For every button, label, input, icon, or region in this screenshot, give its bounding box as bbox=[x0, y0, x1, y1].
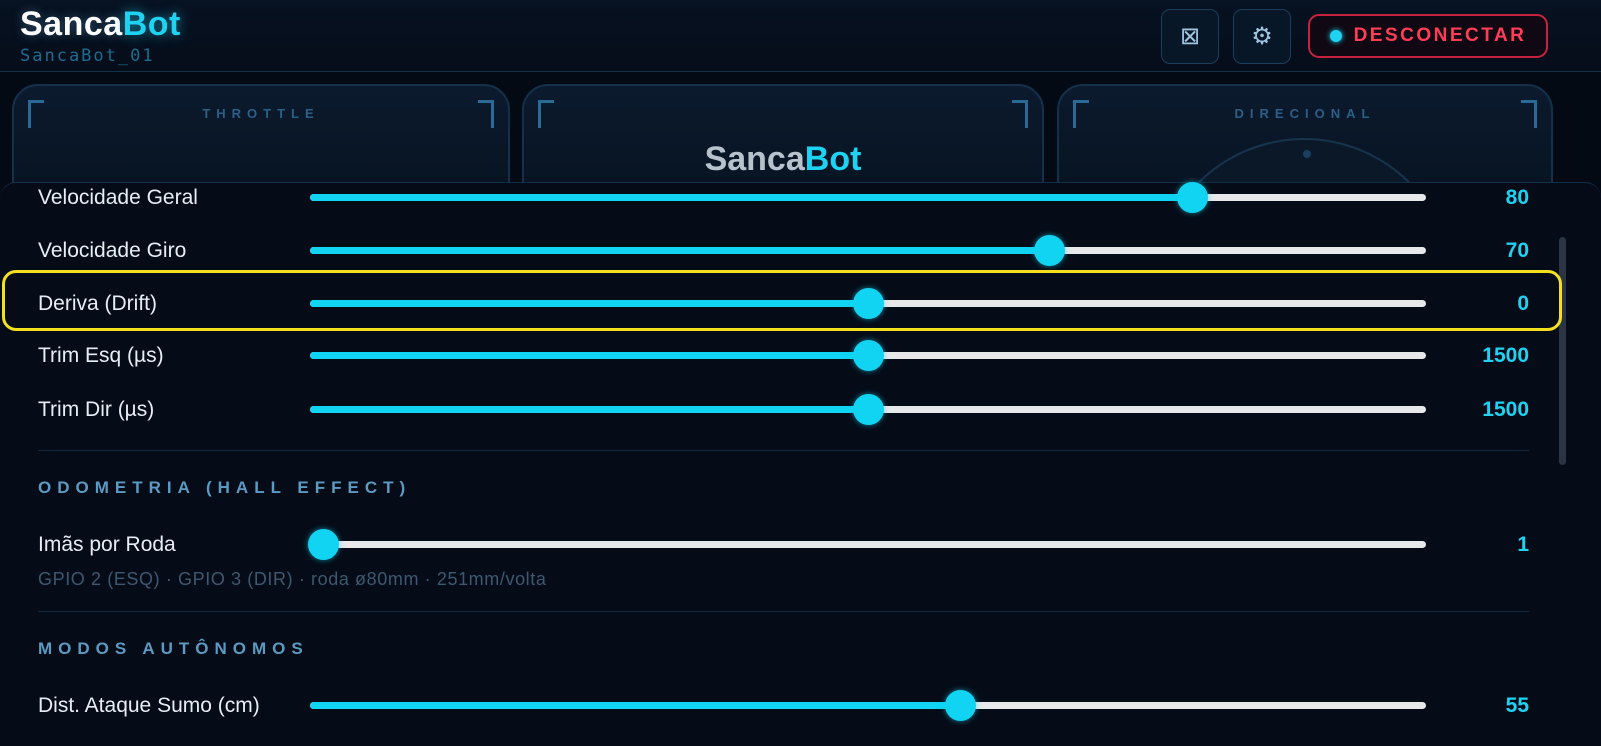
section-title-odometria: ODOMETRIA (HALL EFFECT) bbox=[38, 478, 412, 497]
disconnect-label: DESCONECTAR bbox=[1353, 25, 1527, 46]
slider-row-velocidade-giro: Velocidade Giro 70 bbox=[0, 226, 1601, 276]
slider-track[interactable] bbox=[310, 394, 1426, 425]
slider-value: 1500 bbox=[1482, 344, 1529, 367]
gear-icon: ⚙ bbox=[1251, 23, 1273, 50]
slider-thumb[interactable] bbox=[853, 340, 884, 371]
slider-label: Velocidade Geral bbox=[38, 186, 198, 209]
brand-title-part2: Bot bbox=[122, 5, 181, 43]
slider-thumb[interactable] bbox=[308, 529, 340, 560]
slider-track[interactable] bbox=[310, 182, 1426, 213]
brand: SancaBot SancaBot_01 bbox=[20, 4, 181, 66]
slider-thumb[interactable] bbox=[1033, 235, 1065, 266]
slider-thumb[interactable] bbox=[944, 690, 976, 721]
settings-button[interactable]: ⚙ bbox=[1233, 9, 1291, 64]
slider-track[interactable] bbox=[310, 690, 1426, 721]
slider-track[interactable] bbox=[308, 529, 1426, 560]
slider-value: 70 bbox=[1505, 239, 1529, 262]
odometry-hint: GPIO 2 (ESQ) · GPIO 3 (DIR) · roda ø80mm… bbox=[38, 569, 547, 589]
dial-center-dot-icon bbox=[1303, 150, 1311, 158]
corner-bracket-icon bbox=[538, 100, 554, 128]
device-name: SancaBot_01 bbox=[20, 46, 155, 66]
brand-title: SancaBot bbox=[20, 4, 181, 44]
slider-thumb[interactable] bbox=[1176, 182, 1208, 213]
slider-row-imas-por-roda: Imãs por Roda 1 bbox=[0, 520, 1601, 570]
slider-row-velocidade-geral: Velocidade Geral 80 bbox=[0, 173, 1601, 223]
directional-label: DIRECIONAL bbox=[1234, 106, 1376, 121]
slider-value: 1500 bbox=[1482, 398, 1529, 421]
corner-bracket-icon bbox=[1012, 100, 1028, 128]
slider-row-trim-esq: Trim Esq (µs) 1500 bbox=[0, 331, 1601, 381]
slider-fill bbox=[310, 247, 1049, 254]
highlight-box bbox=[2, 270, 1562, 331]
close-box-icon: ⊠ bbox=[1179, 23, 1201, 50]
slider-row-dist-ataque-sumo: Dist. Ataque Sumo (cm) 55 bbox=[0, 681, 1601, 731]
section-divider bbox=[38, 611, 1529, 612]
section-divider bbox=[38, 450, 1529, 451]
top-bar: SancaBot SancaBot_01 ⊠ ⚙ DESCONECTAR bbox=[0, 0, 1601, 72]
slider-value: 1 bbox=[1517, 533, 1529, 556]
connection-status-dot-icon bbox=[1329, 30, 1342, 42]
slider-fill bbox=[310, 702, 960, 709]
brand-title-part1: Sanca bbox=[20, 5, 123, 43]
slider-fill bbox=[310, 406, 868, 413]
slider-value: 55 bbox=[1505, 694, 1529, 717]
slider-thumb[interactable] bbox=[853, 394, 884, 425]
slider-label: Dist. Ataque Sumo (cm) bbox=[38, 694, 260, 717]
app-window: SancaBot SancaBot_01 ⊠ ⚙ DESCONECTAR THR… bbox=[0, 0, 1601, 746]
section-title-modos-autonomos: MODOS AUTÔNOMOS bbox=[38, 639, 309, 658]
slider-label: Imãs por Roda bbox=[38, 533, 176, 556]
slider-track[interactable] bbox=[310, 235, 1426, 266]
close-box-button[interactable]: ⊠ bbox=[1161, 9, 1219, 64]
slider-track[interactable] bbox=[310, 340, 1426, 371]
disconnect-button[interactable]: DESCONECTAR bbox=[1308, 14, 1548, 58]
throttle-label: THROTTLE bbox=[202, 106, 320, 121]
slider-label: Trim Dir (µs) bbox=[38, 398, 155, 421]
slider-fill bbox=[310, 194, 1192, 201]
slider-label: Trim Esq (µs) bbox=[38, 344, 164, 367]
slider-fill bbox=[310, 352, 868, 359]
slider-value: 80 bbox=[1505, 186, 1529, 209]
slider-row-trim-dir: Trim Dir (µs) 1500 bbox=[0, 385, 1601, 435]
slider-label: Velocidade Giro bbox=[38, 239, 187, 262]
